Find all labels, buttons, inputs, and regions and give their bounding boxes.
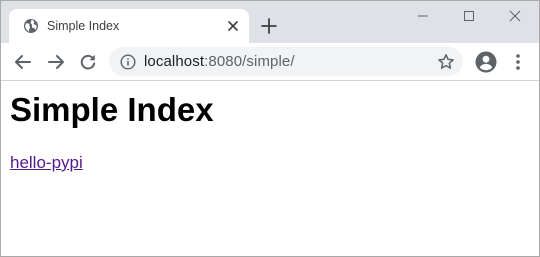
browser-toolbar: localhost:8080/simple/ — [1, 43, 539, 81]
maximize-icon[interactable] — [449, 5, 489, 27]
tab-strip: Simple Index — [1, 1, 539, 43]
browser-window: Simple Index localhost:8080/simple/ Simp… — [0, 0, 540, 257]
address-bar[interactable]: localhost:8080/simple/ — [109, 47, 463, 76]
arrow-left-icon[interactable] — [12, 51, 34, 73]
arrow-right-icon[interactable] — [45, 51, 67, 73]
kebab-menu-icon[interactable] — [509, 52, 527, 72]
reload-icon[interactable] — [77, 51, 99, 73]
plus-icon[interactable] — [260, 17, 278, 35]
url-host: localhost — [144, 53, 205, 70]
page-title: Simple Index — [10, 91, 214, 128]
account-circle-icon[interactable] — [475, 51, 497, 73]
tab-title: Simple Index — [47, 19, 120, 33]
info-icon[interactable] — [120, 54, 136, 70]
globe-icon — [23, 18, 39, 34]
star-icon[interactable] — [437, 53, 455, 71]
url-text[interactable]: localhost:8080/simple/ — [144, 53, 295, 70]
package-link-hello-pypi[interactable]: hello-pypi — [10, 153, 83, 173]
window-close-icon[interactable] — [495, 5, 535, 27]
url-path: :8080/simple/ — [204, 53, 295, 70]
close-icon[interactable] — [225, 18, 241, 34]
tab-simple-index[interactable]: Simple Index — [9, 9, 249, 43]
page-content: Simple Index hello-pypi — [1, 81, 539, 256]
minimize-icon[interactable] — [403, 5, 443, 27]
